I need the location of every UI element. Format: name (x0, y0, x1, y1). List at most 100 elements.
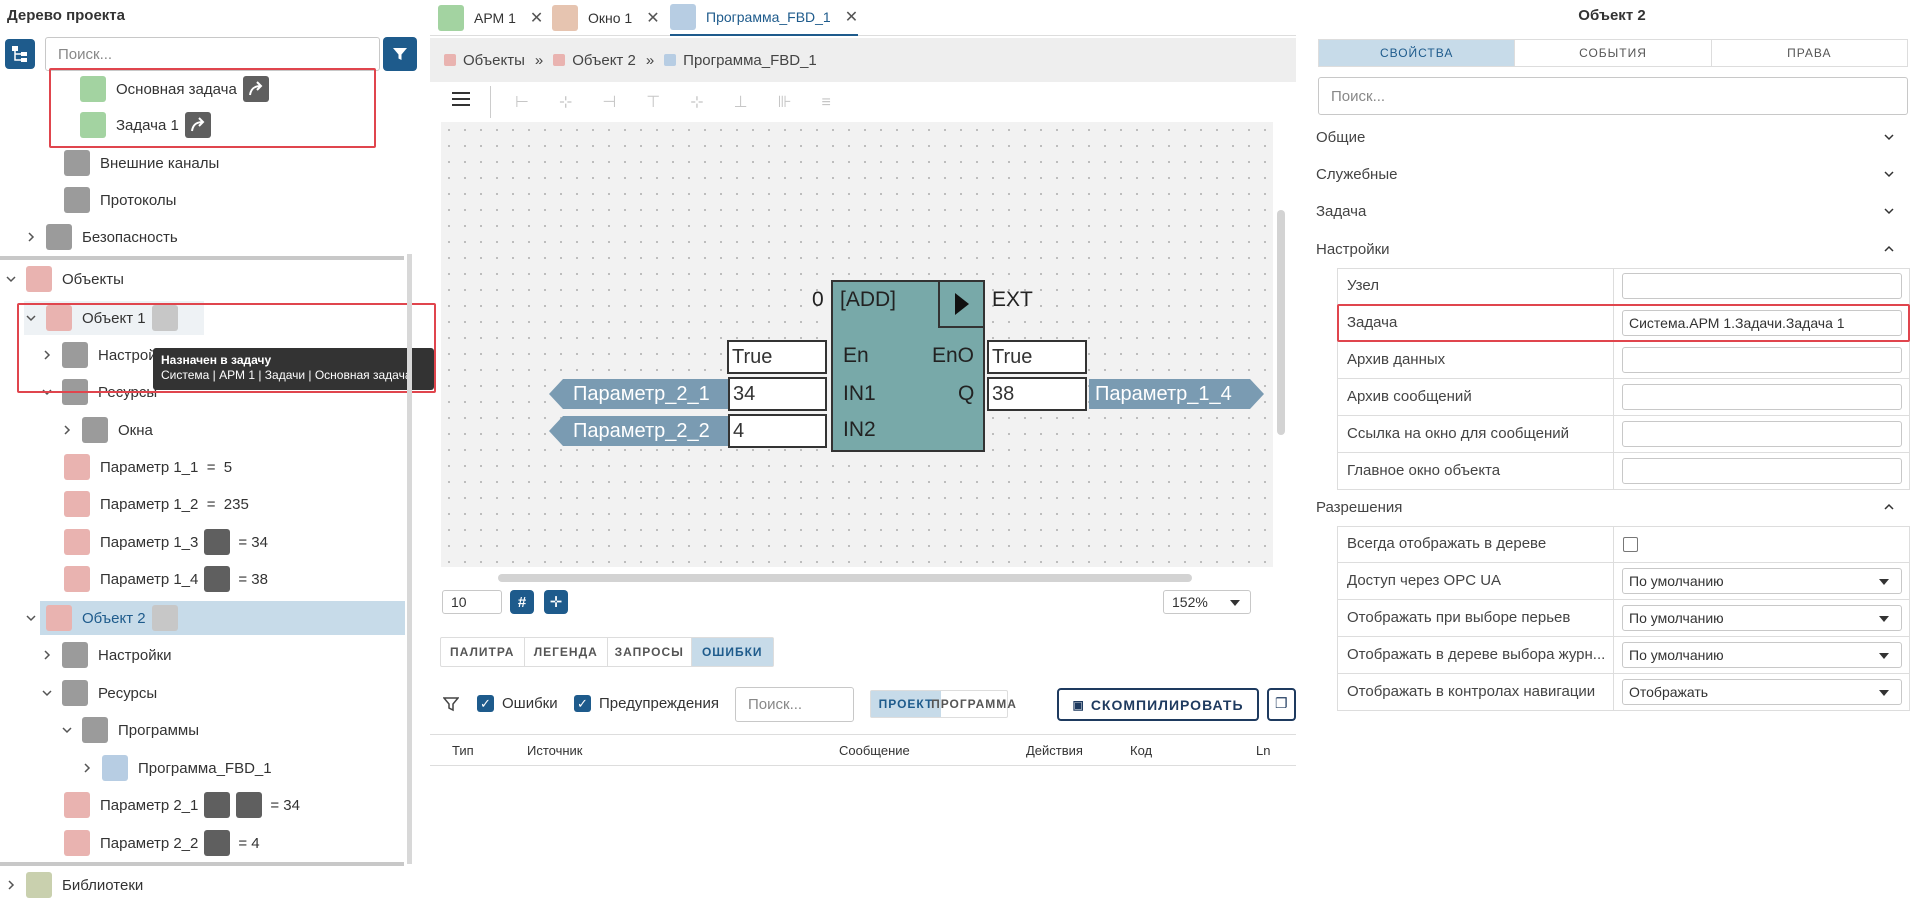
section-service[interactable]: Служебные (1316, 156, 1906, 192)
scope-program[interactable]: ПРОГРАММА (931, 691, 1016, 717)
tree-item-security[interactable]: Безопасность (24, 220, 178, 254)
opc-ua-select[interactable]: По умолчанию (1622, 568, 1902, 594)
tree-item-settings-2[interactable]: Настройки (40, 638, 172, 672)
column-source[interactable]: Источник (527, 743, 583, 758)
tab-properties[interactable]: СВОЙСТВА (1319, 40, 1515, 66)
navigation-select[interactable]: Отображать (1622, 679, 1902, 705)
errors-search-input[interactable]: Поиск... (735, 687, 854, 722)
tree-item-program-fbd-1[interactable]: Программа_FBD_1 (80, 751, 272, 785)
column-code[interactable]: Код (1130, 743, 1152, 758)
grid-toggle-button[interactable]: # (510, 590, 534, 614)
pens-select[interactable]: По умолчанию (1622, 605, 1902, 631)
fbd-canvas[interactable]: 0 [ADD] EXT En EnO IN1 Q IN2 True 34 4 T… (441, 122, 1273, 567)
tree-view-button[interactable] (5, 39, 35, 69)
node-input[interactable] (1622, 273, 1902, 299)
fbd-in1-value[interactable]: 34 (728, 377, 827, 411)
snap-button[interactable]: ✛ (544, 590, 568, 614)
data-archive-input[interactable] (1622, 347, 1902, 373)
divider (1613, 342, 1614, 379)
zoom-select[interactable]: 152% (1163, 590, 1251, 614)
filter-icon[interactable] (443, 696, 459, 712)
tree-item-param-2-1[interactable]: Параметр 2_1 = 34 (64, 788, 300, 822)
task-assigned-icon[interactable] (151, 605, 178, 631)
fbd-input-param-1[interactable]: Параметр_2_1 (549, 379, 728, 409)
tree-item-object-2[interactable]: Объект 2 (26, 601, 405, 635)
tree-item-settings[interactable]: Настройки (40, 338, 172, 372)
breadcrumb-item[interactable]: Объекты (463, 52, 525, 69)
tree-item-main-task[interactable]: Основная задача (80, 72, 269, 106)
always-show-checkbox[interactable] (1623, 537, 1638, 552)
tree-item-param-1-4[interactable]: Параметр 1_4 = 38 (64, 562, 268, 596)
tab-program-fbd-1[interactable]: Программа_FBD_1 ✕ (670, 0, 859, 36)
tab-queries[interactable]: ЗАПРОСЫ (608, 638, 692, 666)
section-settings[interactable]: Настройки (1316, 231, 1906, 267)
errors-checkbox[interactable]: ✓ (477, 695, 494, 712)
tree-item-param-2-2[interactable]: Параметр 2_2 = 4 (64, 826, 260, 860)
tree-item-programs[interactable]: Программы (60, 713, 199, 747)
canvas-v-scrollbar[interactable] (1277, 210, 1285, 435)
tree-item-libraries[interactable]: Библиотеки (4, 868, 143, 902)
filter-button[interactable] (383, 37, 417, 71)
tree-item-resources-2[interactable]: Ресурсы (40, 676, 157, 710)
tab-errors[interactable]: ОШИБКИ (691, 638, 773, 666)
tree-item-protocols[interactable]: Протоколы (64, 183, 176, 217)
message-archive-input[interactable] (1622, 384, 1902, 410)
task-assigned-icon[interactable] (151, 305, 178, 331)
input-link-icon[interactable] (204, 792, 231, 818)
column-type[interactable]: Тип (452, 743, 474, 758)
copy-button[interactable]: ❐ (1267, 688, 1296, 721)
task-input[interactable]: Система.АРМ 1.Задачи.Задача 1 (1622, 310, 1902, 336)
fbd-en-value[interactable]: True (727, 340, 827, 374)
main-window-input[interactable] (1622, 458, 1902, 484)
tab-window-1[interactable]: Окно 1 ✕ (552, 0, 660, 36)
fbd-q-value[interactable]: 38 (987, 377, 1087, 411)
tab-arm-1[interactable]: АРМ 1 ✕ (438, 0, 543, 36)
output-link-icon[interactable] (236, 792, 263, 818)
tree-item-param-1-2[interactable]: Параметр 1_2 = 235 (64, 487, 249, 521)
tab-events[interactable]: СОБЫТИЯ (1514, 40, 1710, 66)
fbd-run-button[interactable] (938, 280, 985, 328)
tree-item-task-1[interactable]: Задача 1 (80, 108, 211, 142)
message-window-input[interactable] (1622, 421, 1902, 447)
menu-icon[interactable] (452, 92, 470, 106)
journal-tree-select[interactable]: По умолчанию (1622, 642, 1902, 668)
section-permissions[interactable]: Разрешения (1316, 489, 1906, 525)
tab-legend[interactable]: ЛЕГЕНДА (525, 638, 608, 666)
tree-item-objects[interactable]: Объекты (4, 262, 124, 296)
canvas-h-scrollbar[interactable] (498, 574, 1192, 582)
tree-item-object-1[interactable]: Объект 1 (24, 301, 204, 335)
compile-button[interactable]: ▣ СКОМПИЛИРОВАТЬ (1057, 688, 1259, 721)
fbd-eno-value[interactable]: True (987, 340, 1087, 374)
output-link-icon[interactable] (204, 529, 231, 555)
breadcrumb-item[interactable]: Объект 2 (572, 52, 636, 69)
grid-size-input[interactable]: 10 (442, 590, 502, 614)
fbd-input-param-2[interactable]: Параметр_2_2 (549, 416, 728, 446)
warnings-checkbox[interactable]: ✓ (574, 695, 591, 712)
breadcrumb-item[interactable]: Программа_FBD_1 (683, 52, 817, 69)
column-actions[interactable]: Действия (1026, 743, 1083, 758)
tree-item-resources[interactable]: Ресурсы (40, 375, 157, 409)
tab-rights[interactable]: ПРАВА (1710, 40, 1907, 66)
close-icon[interactable]: ✕ (845, 7, 858, 27)
tree-search-input[interactable]: Поиск... (45, 37, 380, 71)
column-message[interactable]: Сообщение (839, 743, 910, 758)
properties-search-input[interactable]: Поиск... (1318, 77, 1908, 115)
fbd-output-param[interactable]: Параметр_1_4 (1089, 379, 1264, 409)
input-link-icon[interactable] (204, 566, 231, 592)
section-task[interactable]: Задача (1316, 193, 1906, 229)
section-general[interactable]: Общие (1316, 119, 1906, 155)
tree-item-external-channels[interactable]: Внешние каналы (64, 146, 219, 180)
tree-item-param-1-3[interactable]: Параметр 1_3 = 34 (64, 525, 268, 559)
chevron-down-icon (62, 727, 72, 734)
tree-item-param-1-1[interactable]: Параметр 1_1 = 5 (64, 450, 232, 484)
tree-scrollbar[interactable] (407, 254, 412, 864)
redirect-icon[interactable] (184, 112, 211, 138)
column-line[interactable]: Ln (1256, 743, 1270, 758)
tree-item-windows[interactable]: Окна (60, 413, 153, 447)
close-icon[interactable]: ✕ (646, 8, 659, 28)
fbd-in2-value[interactable]: 4 (728, 414, 827, 448)
output-link-icon[interactable] (204, 830, 231, 856)
close-icon[interactable]: ✕ (530, 8, 543, 28)
redirect-icon[interactable] (242, 76, 269, 102)
tab-palette[interactable]: ПАЛИТРА (441, 638, 525, 666)
